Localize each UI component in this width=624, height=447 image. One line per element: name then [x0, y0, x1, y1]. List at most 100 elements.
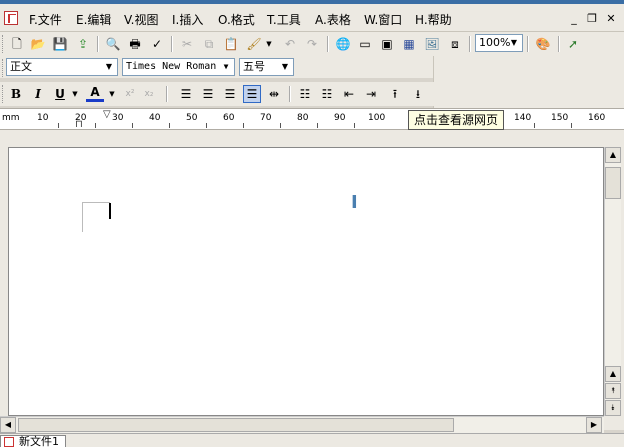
bulleted-list-icon[interactable]: ☷: [296, 85, 314, 103]
menu-help[interactable]: H.帮助: [415, 12, 452, 28]
chevron-down-icon[interactable]: ▼: [70, 85, 80, 103]
menu-format[interactable]: O.格式: [218, 12, 255, 28]
menu-edit[interactable]: E.编辑: [76, 12, 111, 28]
document-app-icon[interactable]: [4, 11, 18, 25]
open-folder-icon[interactable]: 📂: [29, 35, 47, 53]
increase-indent-icon[interactable]: ⇥: [362, 85, 380, 103]
new-document-icon[interactable]: 🗋: [8, 35, 26, 53]
align-right-icon[interactable]: ☰: [221, 85, 239, 103]
horizontal-scroll-thumb[interactable]: [18, 418, 454, 432]
scroll-left-button[interactable]: ◀: [0, 417, 16, 433]
font-size-value: 五号: [243, 60, 265, 73]
numbered-list-icon[interactable]: ☷: [318, 85, 336, 103]
vertical-scrollbar[interactable]: ▲ ▲ ⯭ ⯯: [604, 147, 621, 416]
redo-icon[interactable]: ↷: [303, 35, 321, 53]
hyperlink-icon[interactable]: 🌐: [334, 35, 352, 53]
menu-insert[interactable]: I.插入: [172, 12, 203, 28]
ruler-label: 50: [186, 113, 198, 123]
ruler-label: 150: [551, 113, 569, 123]
zoom-value: 100%: [479, 36, 511, 49]
document-tab[interactable]: 新文件1: [0, 435, 66, 447]
toolbar-separator: [558, 36, 560, 52]
underline-button[interactable]: U: [51, 85, 69, 103]
vertical-scroll-thumb[interactable]: [605, 167, 621, 199]
document-tab-bar: 新文件1: [0, 433, 624, 447]
style-select[interactable]: 正文 ▼: [6, 58, 118, 76]
paste-icon[interactable]: 📋: [222, 35, 240, 53]
left-indent-marker-icon[interactable]: ⊓: [75, 119, 83, 130]
toolbar-grip[interactable]: [2, 35, 5, 53]
align-left-icon[interactable]: ☰: [177, 85, 195, 103]
toolbar-separator: [97, 36, 99, 52]
export-icon[interactable]: ⇪: [74, 35, 92, 53]
subscript-icon[interactable]: x₂: [140, 85, 158, 103]
next-page-button[interactable]: ⯯: [605, 400, 621, 416]
ruler-tick: [169, 123, 170, 128]
page-margin-corner: [82, 202, 110, 232]
formatting-toolbar: B I U ▼ A ▼ x² x₂ ☰ ☰ ☰ ☰ ⇹ ☷ ☷ ⇤ ⇥ ⭱ ⭳: [0, 82, 624, 106]
italic-button[interactable]: I: [29, 85, 47, 103]
menu-window[interactable]: W.窗口: [364, 12, 402, 28]
font-select[interactable]: Times New Roman ▼: [122, 58, 235, 76]
ruler-label: 160: [588, 113, 606, 123]
font-size-select[interactable]: 五号 ▼: [239, 58, 294, 76]
document-tab-label: 新文件1: [19, 435, 59, 447]
document-page[interactable]: I: [8, 147, 604, 416]
horizontal-scrollbar[interactable]: ◀ ▶: [0, 416, 604, 433]
menu-view[interactable]: V.视图: [124, 12, 158, 28]
menu-table[interactable]: A.表格: [315, 12, 351, 28]
distributed-align-icon[interactable]: ⇹: [265, 85, 283, 103]
decrease-indent-icon[interactable]: ⇤: [340, 85, 358, 103]
chevron-down-icon[interactable]: ▼: [103, 60, 115, 74]
chevron-down-icon[interactable]: ▼: [508, 36, 520, 50]
font-color-button[interactable]: A: [86, 85, 104, 102]
chevron-down-icon[interactable]: ▼: [279, 60, 291, 74]
insert-object-icon[interactable]: ⧈: [446, 35, 464, 53]
scroll-up-button[interactable]: ▲: [605, 366, 621, 382]
superscript-icon[interactable]: x²: [121, 85, 139, 103]
select-arrow-icon[interactable]: ➚: [564, 35, 582, 53]
line-spacing-down-icon[interactable]: ⭳: [409, 85, 427, 103]
minimize-button[interactable]: _: [566, 11, 582, 27]
insert-frame-icon[interactable]: ▣: [378, 35, 396, 53]
spell-check-icon[interactable]: ✓: [148, 35, 166, 53]
print-preview-icon[interactable]: 🔍: [104, 35, 122, 53]
style-value: 正文: [10, 60, 32, 73]
chevron-down-icon[interactable]: ▼: [264, 35, 274, 53]
ruler-tick: [317, 123, 318, 128]
format-painter-icon[interactable]: 🖌: [245, 35, 263, 53]
menu-tools[interactable]: T.工具: [267, 12, 301, 28]
close-button[interactable]: ✕: [603, 11, 619, 27]
ruler-tick: [280, 123, 281, 128]
bold-button[interactable]: B: [7, 85, 25, 103]
toolbar-grip[interactable]: [2, 59, 5, 77]
align-center-icon[interactable]: ☰: [199, 85, 217, 103]
save-icon[interactable]: 💾: [51, 35, 69, 53]
scroll-up-button[interactable]: ▲: [605, 147, 621, 163]
line-spacing-up-icon[interactable]: ⭱: [386, 85, 404, 103]
ruler-label: 140: [514, 113, 532, 123]
chevron-down-icon[interactable]: ▼: [220, 60, 232, 74]
insert-picture-icon[interactable]: 🖼: [423, 35, 441, 53]
first-line-indent-marker-icon[interactable]: ▽: [103, 109, 111, 120]
ruler-tick: [132, 123, 133, 128]
i-beam-cursor-icon: I: [351, 192, 358, 213]
textbox-icon[interactable]: ▭: [356, 35, 374, 53]
scroll-right-button[interactable]: ▶: [586, 417, 602, 433]
zoom-select[interactable]: 100% ▼: [475, 34, 523, 52]
horizontal-ruler[interactable]: mm 10 20 30 40 50 60 70 80 90 100 140 15…: [0, 108, 624, 130]
toolbar-grip[interactable]: [2, 85, 5, 103]
restore-button[interactable]: ❐: [584, 11, 600, 27]
justify-icon[interactable]: ☰: [243, 85, 261, 103]
chevron-down-icon[interactable]: ▼: [107, 85, 117, 103]
menu-bar: F.文件 E.编辑 V.视图 I.插入 O.格式 T.工具 A.表格 W.窗口 …: [0, 4, 624, 32]
insert-table-icon[interactable]: ▦: [400, 35, 418, 53]
menu-file[interactable]: F.文件: [29, 12, 62, 28]
cut-icon[interactable]: ✂: [178, 35, 196, 53]
color-fill-icon[interactable]: 🎨: [534, 35, 552, 53]
undo-icon[interactable]: ↶: [281, 35, 299, 53]
previous-page-button[interactable]: ⯭: [605, 383, 621, 399]
ruler-label: 60: [223, 113, 235, 123]
print-icon[interactable]: 🖶: [126, 35, 144, 53]
copy-icon[interactable]: ⧉: [200, 35, 218, 53]
